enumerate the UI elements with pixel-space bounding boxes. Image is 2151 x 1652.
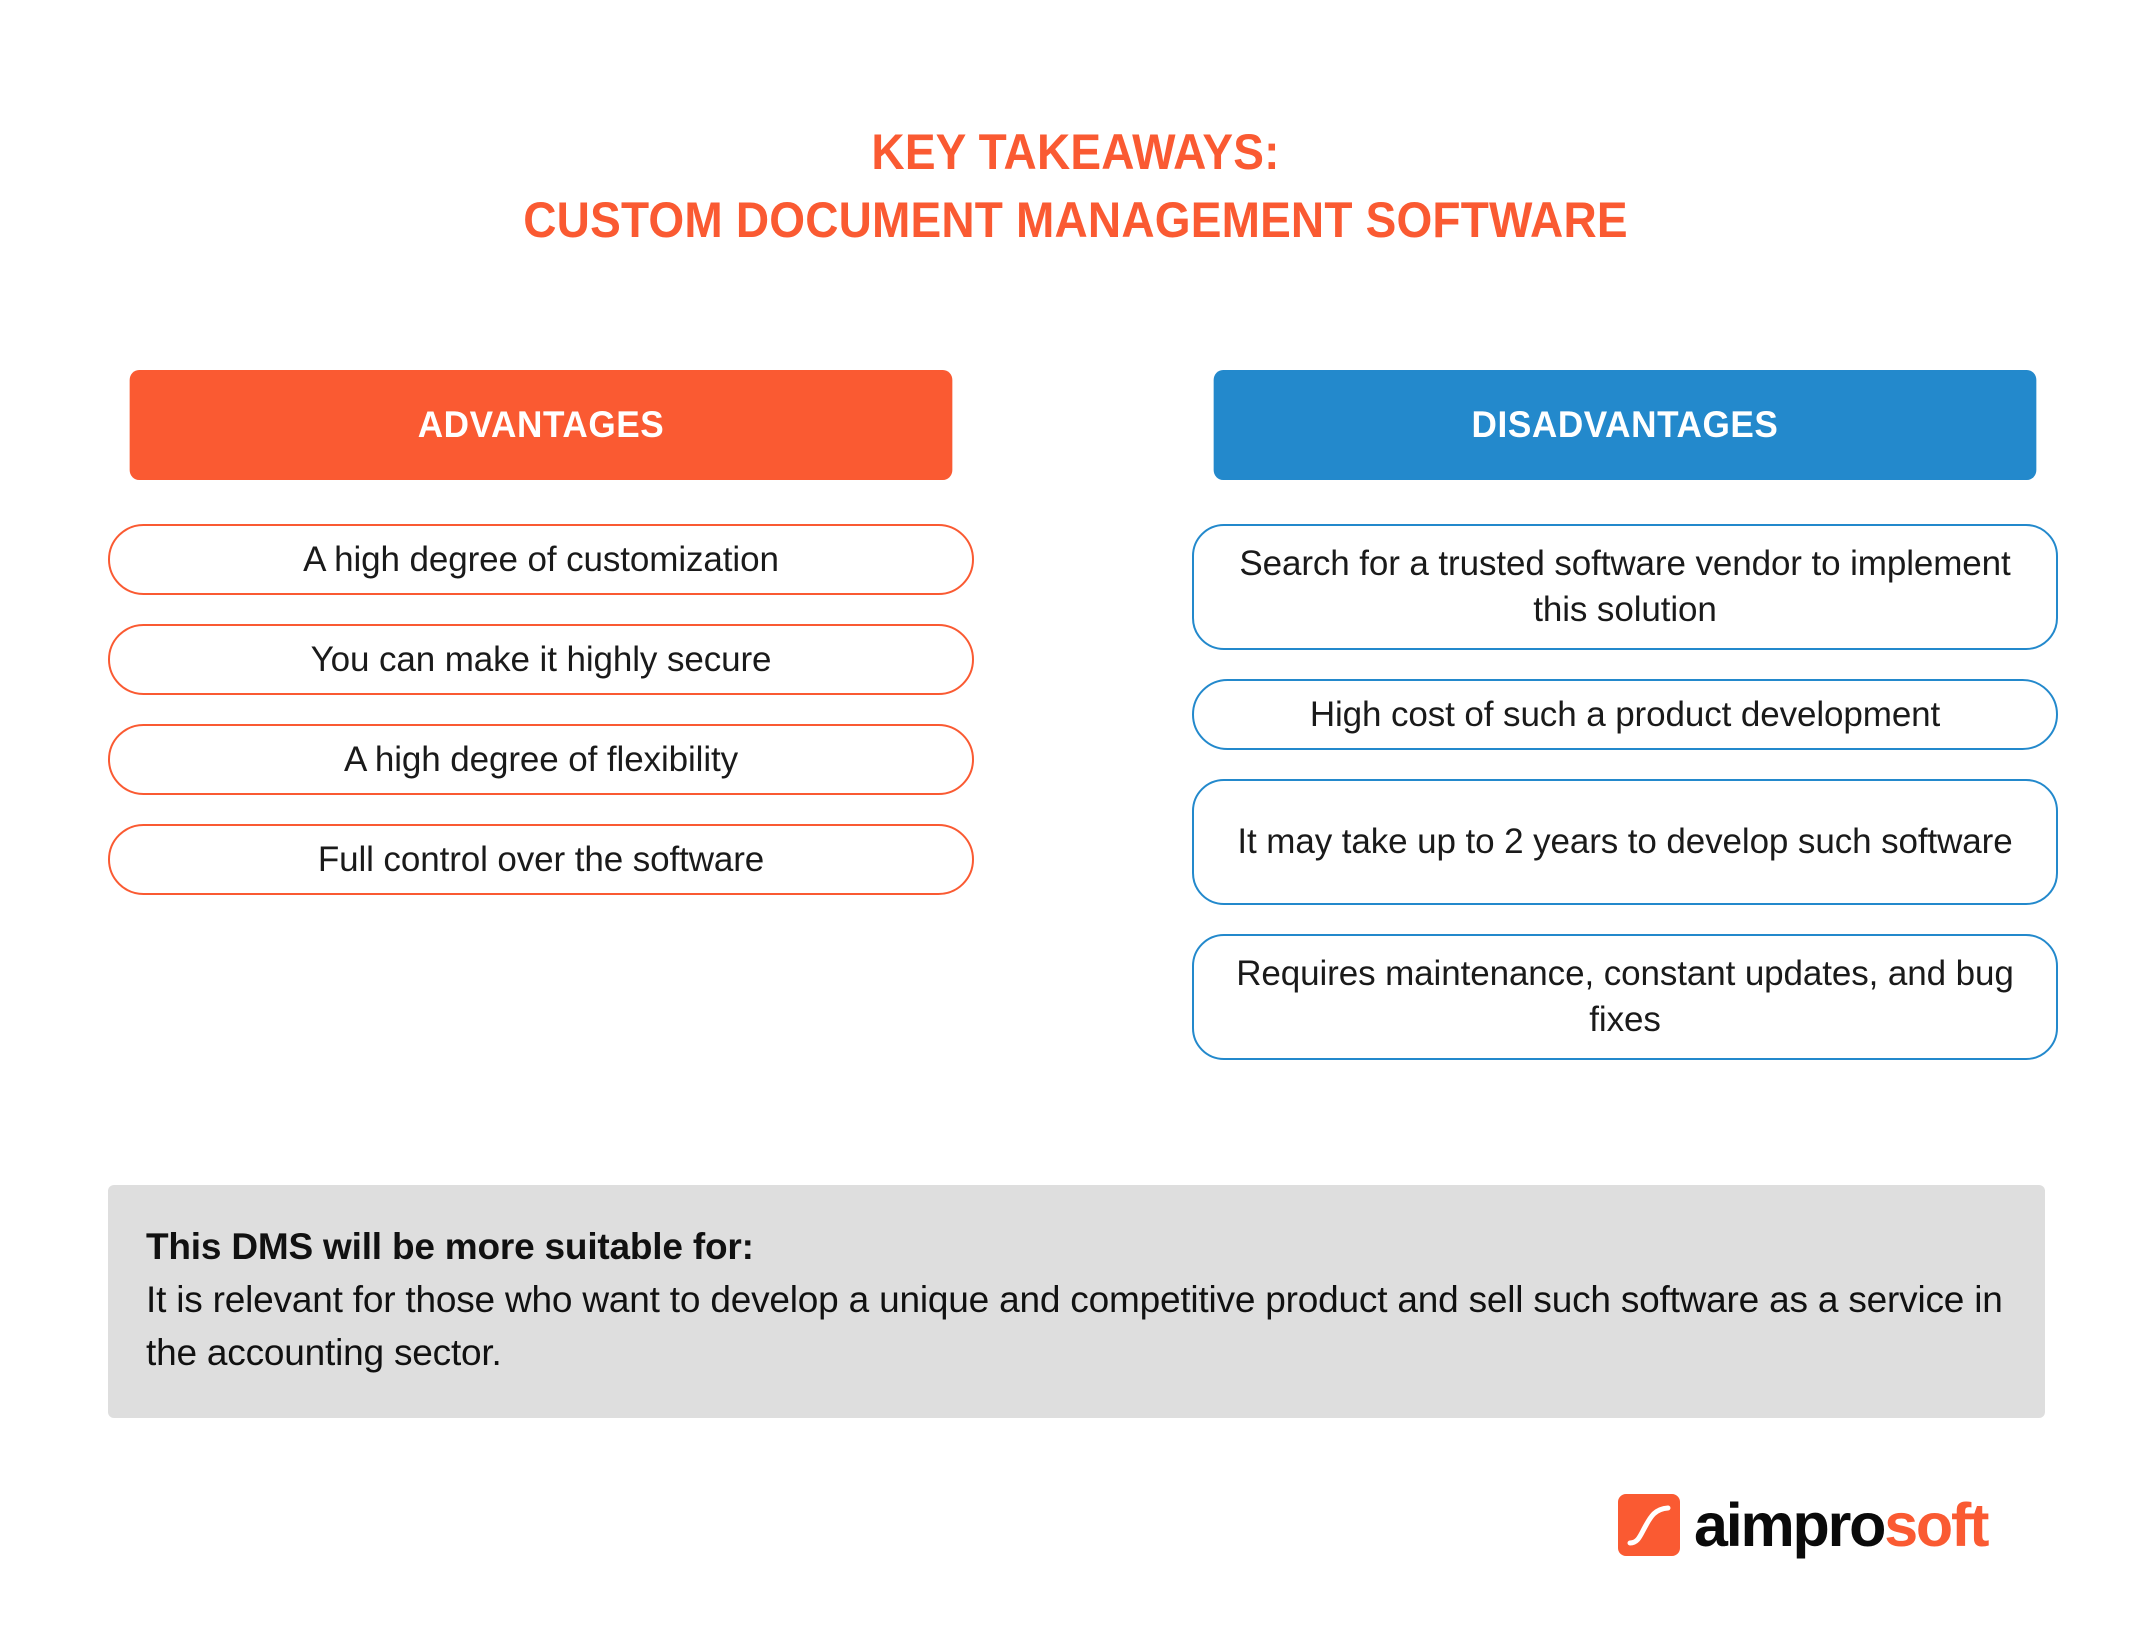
infographic-canvas: KEY TAKEAWAYS: CUSTOM DOCUMENT MANAGEMEN… — [0, 0, 2151, 1652]
list-item: Full control over the software — [108, 824, 974, 895]
advantages-list: A high degree of customization You can m… — [108, 524, 974, 895]
list-item: A high degree of customization — [108, 524, 974, 595]
disadvantages-column: DISADVANTAGES Search for a trusted softw… — [1192, 370, 2058, 1060]
list-item: Search for a trusted software vendor to … — [1192, 524, 2058, 650]
list-item: You can make it highly secure — [108, 624, 974, 695]
list-item: High cost of such a product development — [1192, 679, 2058, 750]
list-item: It may take up to 2 years to develop suc… — [1192, 779, 2058, 905]
logo-text-dark: aimpro — [1694, 1491, 1886, 1559]
advantages-header: ADVANTAGES — [129, 370, 953, 480]
list-item: Requires maintenance, constant updates, … — [1192, 934, 2058, 1060]
title-line-1: KEY TAKEAWAYS: — [871, 124, 1280, 180]
disadvantages-header: DISADVANTAGES — [1213, 370, 2037, 480]
title-line-2: CUSTOM DOCUMENT MANAGEMENT SOFTWARE — [523, 192, 1628, 248]
suitability-note: This DMS will be more suitable for: It i… — [108, 1185, 2045, 1418]
advantages-column: ADVANTAGES A high degree of customizatio… — [108, 370, 974, 895]
disadvantages-list: Search for a trusted software vendor to … — [1192, 524, 2058, 1060]
list-item: A high degree of flexibility — [108, 724, 974, 795]
note-heading: This DMS will be more suitable for: — [146, 1226, 754, 1267]
page-title: KEY TAKEAWAYS: CUSTOM DOCUMENT MANAGEMEN… — [0, 118, 2151, 254]
note-body: It is relevant for those who want to dev… — [146, 1279, 2003, 1373]
logo-wordmark: aimprosoft — [1694, 1491, 1989, 1559]
aimprosoft-logo: aimprosoft — [1618, 1491, 1989, 1559]
logo-text-accent: soft — [1884, 1491, 1989, 1559]
s-curve-icon — [1618, 1494, 1680, 1556]
